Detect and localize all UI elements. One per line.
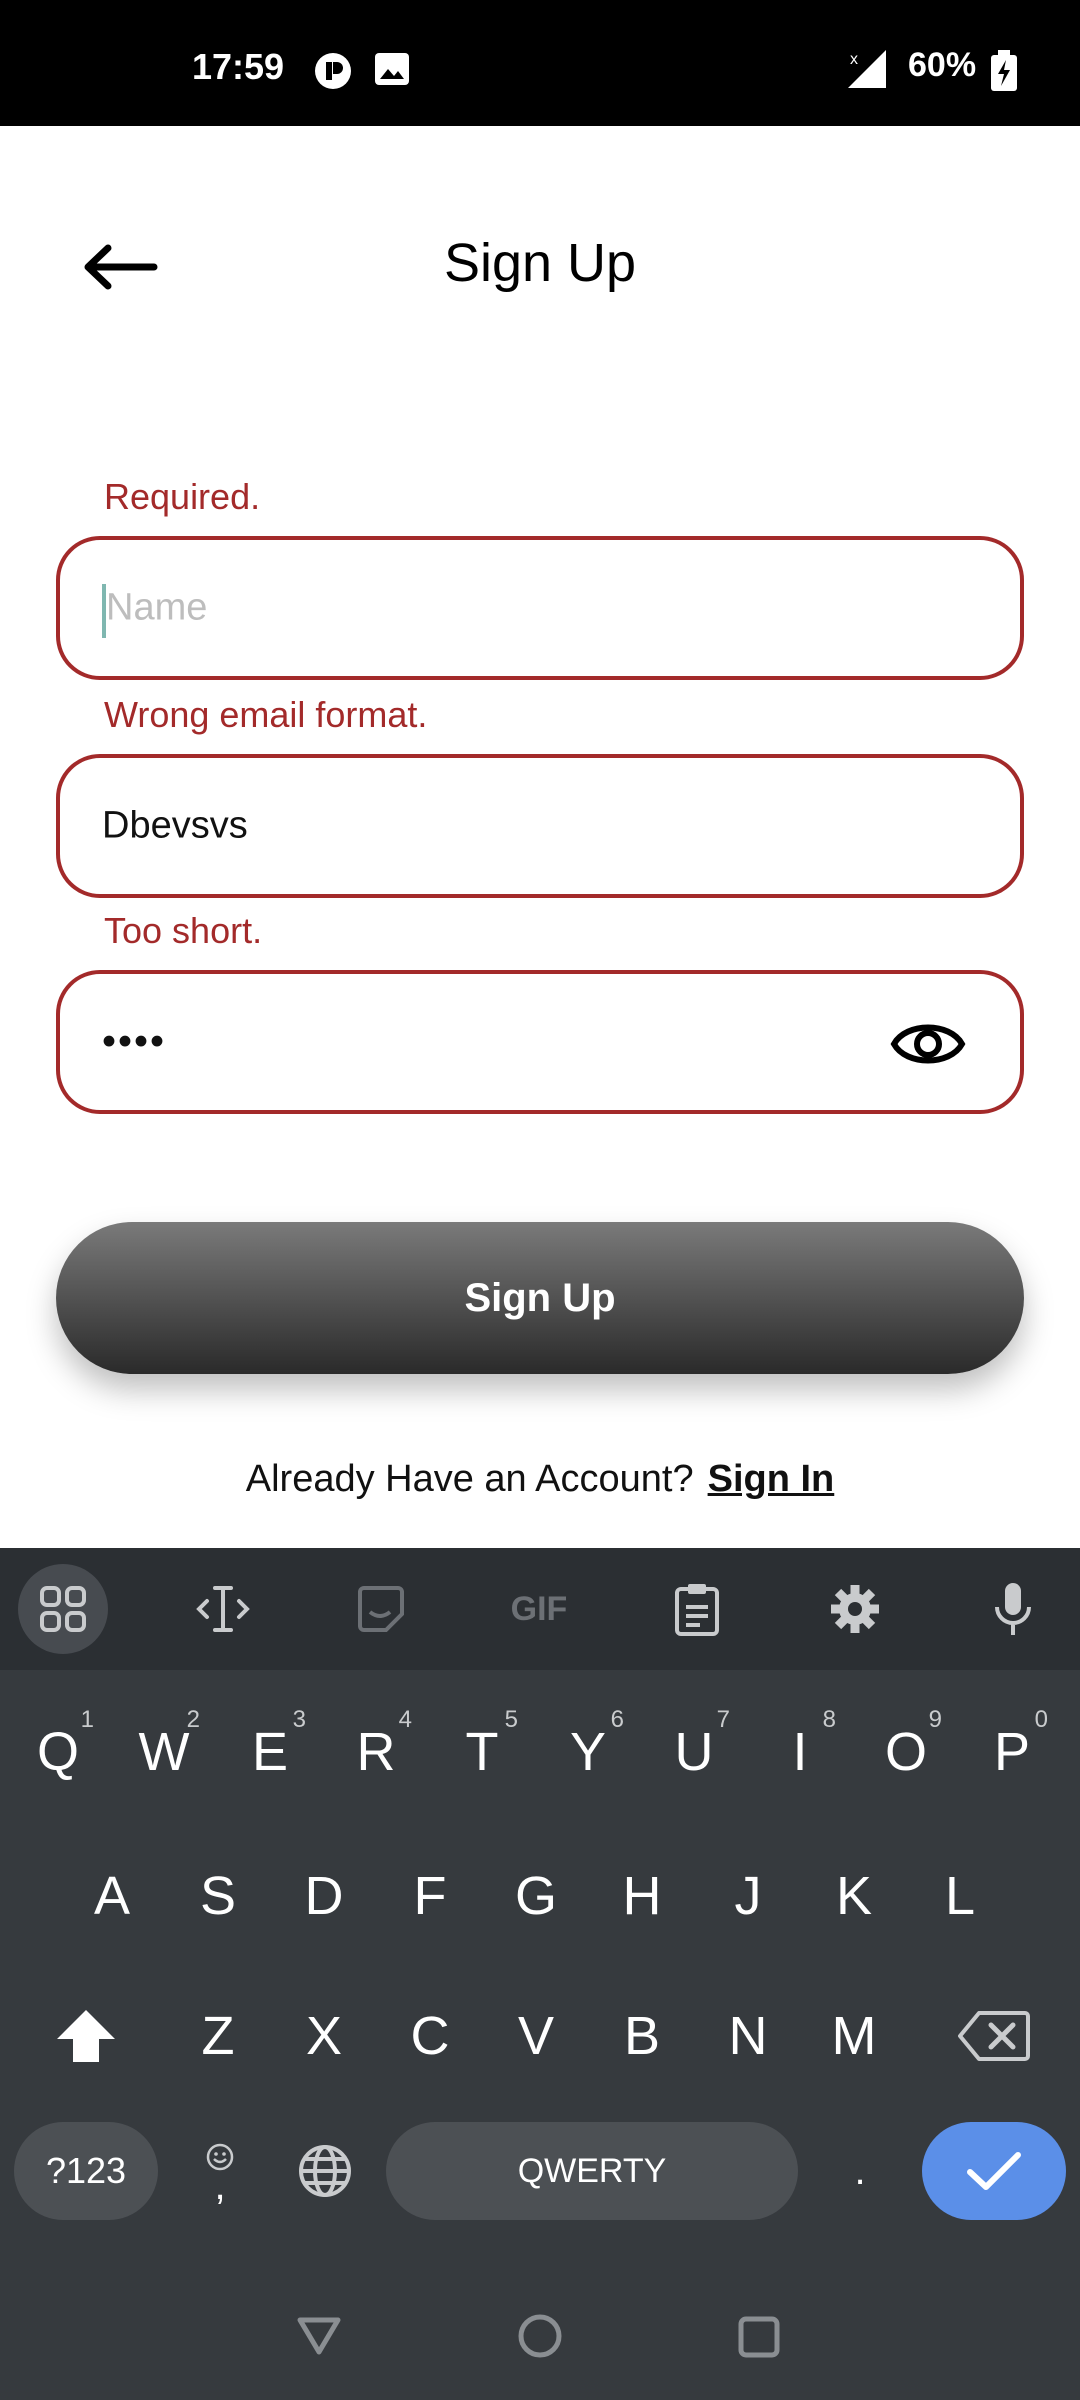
comma-emoji-key[interactable]: , [178,2122,262,2220]
key-k[interactable]: K [804,1836,904,1956]
page-title: Sign Up [443,233,637,293]
text-cursor-tool-button[interactable] [178,1564,268,1654]
key-s[interactable]: S [168,1836,268,1956]
sticker-icon [358,1586,404,1632]
symbols-key[interactable]: ?123 [14,2122,158,2220]
name-field[interactable]: Name [56,536,1024,680]
key-e[interactable]: E3 [220,1692,320,1812]
nav-home-icon[interactable] [518,2314,562,2358]
email-error: Wrong email format. [104,694,428,735]
key-i[interactable]: I8 [750,1692,850,1812]
battery-percent: 60% [908,46,977,84]
email-value: Dbevsvs [102,804,248,847]
checkmark-icon [967,2152,1021,2190]
key-w[interactable]: W2 [114,1692,214,1812]
comma-label: , [214,2164,226,2208]
key-m[interactable]: M [804,1976,904,2096]
navigation-bar [0,2270,1080,2400]
key-z[interactable]: Z [168,1976,268,2096]
clipboard-icon [675,1584,719,1636]
password-error: Too short. [104,910,263,951]
key-c[interactable]: C [380,1976,480,2096]
key-n[interactable]: N [698,1976,798,2096]
enter-key[interactable] [922,2122,1066,2220]
key-u[interactable]: U7 [644,1692,744,1812]
sticker-button[interactable] [336,1564,426,1654]
language-key[interactable] [280,2122,370,2220]
name-error: Required. [104,476,261,517]
battery-charging-icon [991,50,1017,91]
key-v[interactable]: V [486,1976,586,2096]
keyboard-settings-button[interactable] [810,1564,900,1654]
password-value: •••• [102,1019,167,1064]
period-key[interactable]: . [818,2122,902,2220]
shift-key[interactable] [36,1976,136,2096]
sign-in-row: Already Have an Account? Sign In [0,1458,1080,1501]
key-b[interactable]: B [592,1976,692,2096]
key-a[interactable]: A [62,1836,162,1956]
sign-up-button[interactable]: Sign Up [56,1222,1024,1374]
app-notification-icon [315,53,351,89]
key-d[interactable]: D [274,1836,374,1956]
nav-back-icon[interactable] [296,2316,342,2356]
key-q[interactable]: Q1 [8,1692,108,1812]
key-j[interactable]: J [698,1836,798,1956]
key-g[interactable]: G [486,1836,586,1956]
grid-icon [40,1586,86,1632]
name-placeholder: Name [106,586,208,629]
key-y[interactable]: Y6 [538,1692,638,1812]
key-p[interactable]: P0 [962,1692,1062,1812]
gif-button[interactable]: GIF [494,1564,584,1654]
svg-text:x: x [850,51,858,68]
backspace-key[interactable] [944,1976,1044,2096]
key-h[interactable]: H [592,1836,692,1956]
voice-input-button[interactable] [968,1564,1058,1654]
password-field[interactable]: •••• [56,970,1024,1114]
email-field[interactable]: Dbevsvs [56,754,1024,898]
eye-icon[interactable] [890,1012,966,1076]
text-select-icon [196,1586,250,1632]
sign-in-link[interactable]: Sign In [708,1458,835,1500]
shift-icon [57,2010,115,2062]
key-x[interactable]: X [274,1976,374,2096]
gear-icon [831,1585,879,1633]
apps-grid-button[interactable] [18,1564,108,1654]
backspace-icon [958,2011,1030,2061]
key-f[interactable]: F [380,1836,480,1956]
key-l[interactable]: L [910,1836,1010,1956]
key-t[interactable]: T5 [432,1692,532,1812]
globe-icon [299,2145,351,2197]
microphone-icon [995,1583,1031,1635]
sign-in-prompt: Already Have an Account? [245,1458,694,1500]
space-key[interactable]: QWERTY [386,2122,798,2220]
signal-icon: x [848,50,886,88]
key-r[interactable]: R4 [326,1692,426,1812]
image-notification-icon [375,53,409,85]
keyboard-toolbar: GIF [0,1548,1080,1670]
key-o[interactable]: O9 [856,1692,956,1812]
gif-label: GIF [510,1589,568,1628]
clipboard-button[interactable] [652,1564,742,1654]
status-time: 17:59 [192,46,285,87]
status-bar: 17:59 x 60% [0,0,1080,126]
nav-recents-icon[interactable] [738,2316,780,2358]
